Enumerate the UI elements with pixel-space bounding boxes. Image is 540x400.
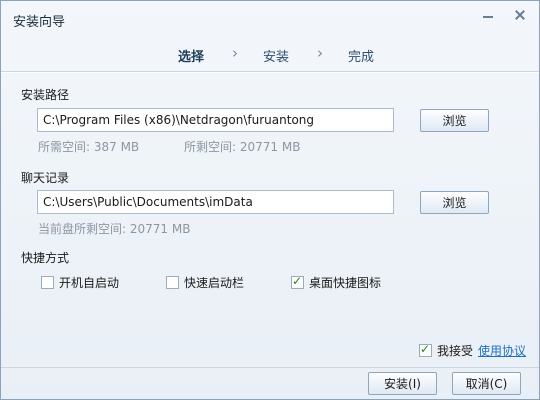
quick-launch-option[interactable]: 快速启动栏 <box>166 274 244 291</box>
shortcuts-label: 快捷方式 <box>21 251 70 265</box>
footer-divider <box>1 367 539 368</box>
install-path-input[interactable] <box>37 108 394 132</box>
current-disk-space-text: 当前盘所剩空间: 20771 MB <box>38 222 191 236</box>
install-path-label: 安装路径 <box>21 88 70 102</box>
chevron-right-icon: › <box>232 44 238 62</box>
install-path-browse-button[interactable]: 浏览 <box>420 109 489 132</box>
chat-log-browse-button[interactable]: 浏览 <box>420 191 489 214</box>
accept-checkbox[interactable] <box>419 342 432 357</box>
header-divider <box>1 71 539 72</box>
desktop-shortcut-checkbox[interactable] <box>291 274 304 289</box>
accept-agreement-option[interactable]: 我接受 <box>419 342 473 359</box>
step-indicator: 选择 › 安装 › 完成 <box>1 41 539 67</box>
autostart-label: 开机自启动 <box>59 276 120 290</box>
remaining-space-text: 所剩空间: 20771 MB <box>184 140 301 154</box>
close-icon[interactable] <box>509 6 531 24</box>
quick-launch-checkbox[interactable] <box>166 276 179 289</box>
install-button[interactable]: 安装(I) <box>368 372 437 395</box>
chat-log-path-input[interactable] <box>37 190 394 214</box>
quick-launch-label: 快速启动栏 <box>184 276 245 290</box>
cancel-button[interactable]: 取消(C) <box>452 372 521 395</box>
title-bar: 安装向导 <box>1 1 539 37</box>
required-space-text: 所需空间: 387 MB <box>38 140 140 154</box>
window-title: 安装向导 <box>13 15 66 30</box>
step-install: 安装 <box>263 50 290 65</box>
autostart-option[interactable]: 开机自启动 <box>41 274 119 291</box>
installer-window: 安装向导 选择 › 安装 › 完成 安装路径 浏览 所需空间: 387 MB 所… <box>0 0 540 400</box>
step-finish: 完成 <box>348 50 375 65</box>
usage-agreement-link[interactable]: 使用协议 <box>478 342 526 359</box>
desktop-shortcut-option[interactable]: 桌面快捷图标 <box>291 274 381 291</box>
accept-label: 我接受 <box>437 344 474 358</box>
autostart-checkbox[interactable] <box>41 276 54 289</box>
desktop-shortcut-label: 桌面快捷图标 <box>309 276 382 290</box>
step-select: 选择 <box>178 50 205 65</box>
minimize-icon[interactable] <box>477 6 499 24</box>
chevron-right-icon: › <box>317 44 323 62</box>
chat-log-label: 聊天记录 <box>21 171 70 185</box>
